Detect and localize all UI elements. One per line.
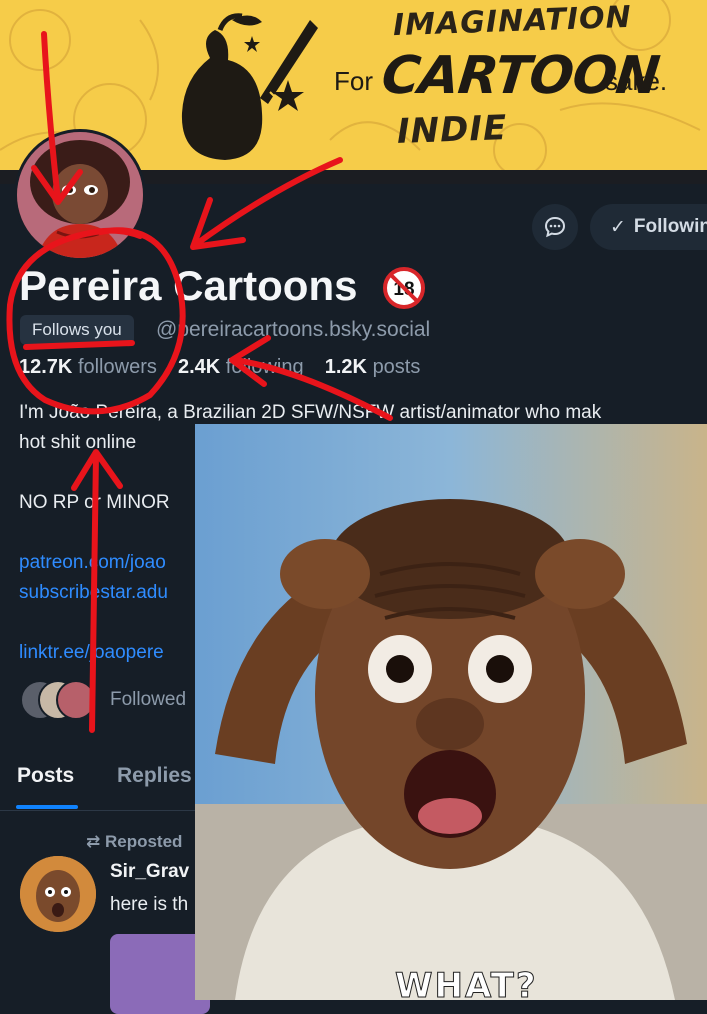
banner-for-text: For xyxy=(334,66,373,96)
followed-by-text: Followed xyxy=(110,689,187,710)
followers-count: 12.7K xyxy=(19,356,73,378)
avatar-illustration xyxy=(17,132,143,258)
profile-display-name: Pereira Cartoons xyxy=(19,262,358,309)
message-button[interactable] xyxy=(532,204,578,250)
followers-stat[interactable]: 12.7K followers xyxy=(19,356,157,378)
following-button[interactable]: ✓ Following xyxy=(590,204,707,250)
chat-bubble-icon xyxy=(544,216,566,238)
followed-by-row[interactable]: Followed xyxy=(20,680,186,720)
post-author-name[interactable]: Sir_Grav xyxy=(110,861,189,883)
post-author-avatar[interactable] xyxy=(20,856,96,932)
reaction-image: WHAT? xyxy=(195,424,707,1000)
following-button-label: Following xyxy=(633,216,707,237)
banner-tagline-bottom: INDIE xyxy=(396,108,508,152)
profile-stats: 12.7K followers 2.4K following 1.2K post… xyxy=(19,356,420,379)
reaction-caption: WHAT? xyxy=(395,966,538,1001)
repost-indicator: ⇄ Reposted xyxy=(86,832,183,851)
adult-content-badge-icon: 18 xyxy=(383,267,425,309)
followed-by-avatars xyxy=(20,680,100,720)
profile-avatar[interactable] xyxy=(14,129,146,261)
posts-count: 1.2K xyxy=(324,356,367,378)
following-label: following xyxy=(225,356,304,378)
posts-stat: 1.2K posts xyxy=(325,356,421,378)
tab-posts[interactable]: Posts xyxy=(17,764,74,788)
followers-label: followers xyxy=(77,356,157,378)
surprised-face-avatar xyxy=(20,856,96,932)
shocked-man-photo xyxy=(195,424,707,1000)
active-tab-indicator xyxy=(16,805,78,809)
checkmark-icon: ✓ xyxy=(610,216,626,238)
avatar xyxy=(56,680,96,720)
posts-label: posts xyxy=(372,356,421,378)
following-count: 2.4K xyxy=(177,356,221,378)
following-stat[interactable]: 2.4K following xyxy=(178,356,304,378)
banner-sake-text: sake. xyxy=(605,66,668,96)
pear-logo-icon xyxy=(181,13,318,160)
follows-you-badge: Follows you xyxy=(20,315,134,345)
profile-handle[interactable]: @pereiracartoons.bsky.social xyxy=(156,318,430,342)
post-text: here is th xyxy=(110,894,189,915)
tab-replies[interactable]: Replies xyxy=(117,764,192,788)
